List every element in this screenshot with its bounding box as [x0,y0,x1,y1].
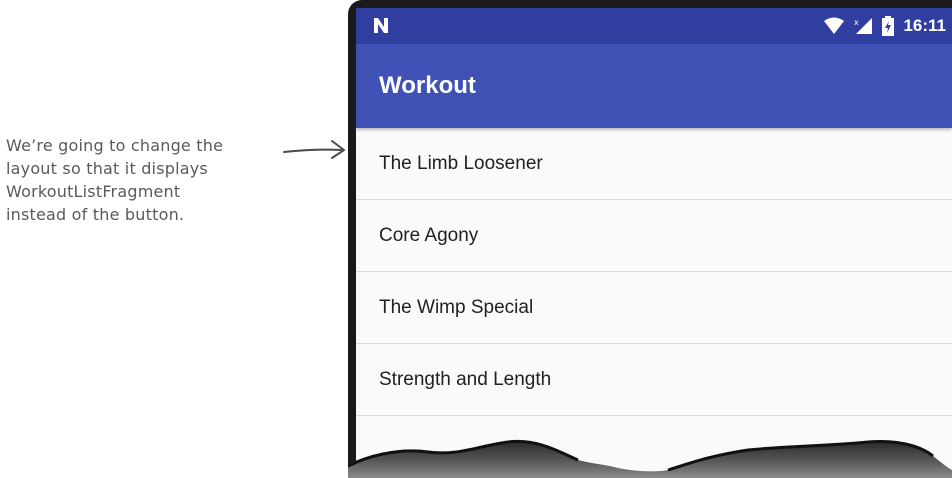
status-bar: x 16:11 [356,8,952,44]
torn-edge-decoration [348,439,952,478]
app-bar: Workout [356,44,952,128]
workout-list-item[interactable]: The Limb Loosener [356,128,952,200]
annotation-line-3: WorkoutListFragment [6,182,181,201]
cell-signal-icon: x [854,18,873,34]
workout-list-item[interactable]: The Wimp Special [356,272,952,344]
workout-list-item[interactable]: Strength and Length [356,344,952,416]
phone-screen: x 16:11 Workout The Limb Loosener Core A… [356,8,952,478]
n-notification-icon [374,18,388,33]
phone-device: x 16:11 Workout The Limb Loosener Core A… [348,0,952,478]
workout-list-item[interactable]: Core Agony [356,200,952,272]
workout-list: The Limb Loosener Core Agony The Wimp Sp… [356,128,952,416]
annotation-line-1: We’re going to change the [6,136,224,155]
wifi-icon [824,17,845,34]
annotation-arrow-icon [283,140,345,159]
status-time: 16:11 [903,16,946,35]
annotation-line-4: instead of the button. [6,205,185,224]
app-title: Workout [379,72,476,99]
battery-charging-icon [882,16,895,36]
annotation-note: We’re going to change the layout so that… [6,134,306,226]
annotation-line-2: layout so that it displays [6,159,208,178]
status-icons: x 16:11 [823,8,946,44]
svg-text:x: x [854,18,859,27]
